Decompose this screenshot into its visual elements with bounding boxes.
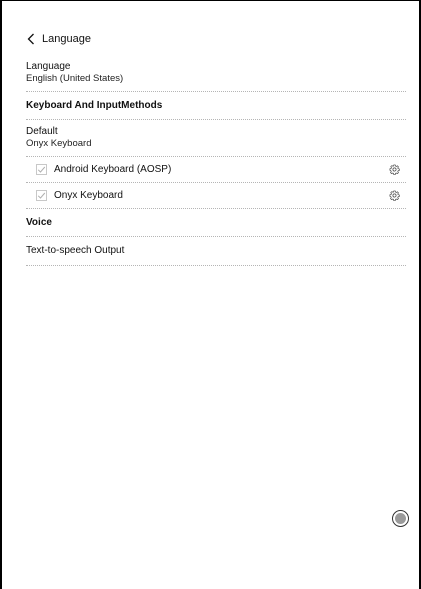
floating-ball-icon[interactable] bbox=[392, 510, 409, 527]
language-title: Language bbox=[26, 61, 71, 72]
chevron-left-icon[interactable] bbox=[26, 32, 36, 46]
default-keyboard-preference[interactable]: Default Onyx Keyboard bbox=[26, 120, 406, 157]
language-summary: English (United States) bbox=[26, 73, 124, 84]
default-keyboard-title: Default bbox=[26, 126, 58, 137]
language-preference[interactable]: Language English (United States) bbox=[26, 55, 406, 92]
checkmark-icon bbox=[37, 166, 46, 173]
gear-icon[interactable] bbox=[388, 164, 400, 176]
android-keyboard-label: Android Keyboard (AOSP) bbox=[54, 164, 172, 175]
gear-icon[interactable] bbox=[388, 190, 400, 202]
back-navigation[interactable]: Language bbox=[26, 29, 91, 49]
keyboard-section-header: Keyboard And InputMethods bbox=[26, 92, 406, 120]
device-screen: Language Language English (United States… bbox=[0, 0, 421, 589]
keyboard-item-onyx[interactable]: Onyx Keyboard bbox=[26, 183, 406, 209]
onyx-keyboard-label: Onyx Keyboard bbox=[54, 190, 123, 201]
onyx-keyboard-checkbox[interactable] bbox=[36, 190, 47, 201]
keyboard-item-android-aosp[interactable]: Android Keyboard (AOSP) bbox=[26, 157, 406, 183]
default-keyboard-summary: Onyx Keyboard bbox=[26, 138, 92, 149]
android-keyboard-checkbox[interactable] bbox=[36, 164, 47, 175]
checkmark-icon bbox=[37, 192, 46, 199]
page-title: Language bbox=[42, 33, 91, 45]
floating-ball-inner bbox=[395, 513, 406, 524]
voice-section-header: Voice bbox=[26, 209, 406, 237]
text-to-speech-output[interactable]: Text-to-speech Output bbox=[26, 237, 406, 266]
settings-list: Language English (United States) Keyboar… bbox=[26, 55, 406, 266]
